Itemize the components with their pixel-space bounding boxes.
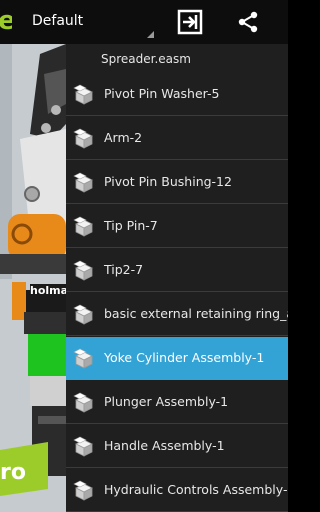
dropdown-indicator-icon [147, 31, 154, 38]
part-icon [73, 128, 93, 149]
component-item[interactable]: Tip Pin-7 [66, 205, 288, 248]
part-icon [73, 260, 93, 281]
component-label: Yoke Cylinder Assembly-1 [104, 350, 265, 365]
assembly-tree-panel: Spreader.easm Pivot Pin Washer-5 Arm-2 Piv… [66, 44, 288, 512]
part-icon [73, 172, 93, 193]
component-item[interactable]: basic external retaining ring_am- [66, 293, 288, 336]
component-label: Hydraulic Controls Assembly-1 [104, 482, 288, 497]
component-label: Pivot Pin Washer-5 [104, 86, 220, 101]
share-icon [238, 11, 258, 33]
component-item[interactable]: Yoke Cylinder Assembly-1 [66, 337, 288, 380]
export-button[interactable] [168, 0, 212, 44]
component-label: Plunger Assembly-1 [104, 394, 229, 409]
component-label: Handle Assembly-1 [104, 438, 225, 453]
brand-label: holmatro [30, 284, 66, 297]
component-item[interactable]: Tip2-7 [66, 249, 288, 292]
part-icon [73, 348, 93, 369]
component-label: Arm-2 [104, 130, 143, 145]
part-icon [73, 392, 93, 413]
component-item[interactable]: Hydraulic Controls Assembly-1 [66, 469, 288, 512]
share-button[interactable] [226, 0, 270, 44]
component-label: basic external retaining ring_am- [104, 306, 288, 321]
component-label: Pivot Pin Bushing-12 [104, 174, 232, 189]
part-icon [73, 216, 93, 237]
component-item[interactable]: Arm-2 [66, 117, 288, 160]
app-logo[interactable]: e [0, 6, 12, 36]
action-bar: e Default [0, 0, 288, 44]
part-icon [73, 436, 93, 457]
part-icon [73, 304, 93, 325]
part-icon [73, 84, 93, 105]
component-item[interactable]: Pivot Pin Washer-5 [66, 73, 288, 116]
spreader-model [0, 44, 66, 512]
component-label: Tip2-7 [104, 262, 144, 277]
export-icon [177, 9, 203, 35]
configuration-selector[interactable]: Default [20, 0, 156, 44]
component-item[interactable]: Handle Assembly-1 [66, 425, 288, 468]
component-label: Tip Pin-7 [104, 218, 158, 233]
assembly-name: Spreader.easm [101, 52, 191, 66]
corner-label: ro [0, 460, 26, 485]
configuration-label: Default [32, 13, 84, 29]
part-icon [73, 480, 93, 501]
model-viewport[interactable]: holmatro ro [0, 44, 66, 512]
component-item[interactable]: Pivot Pin Bushing-12 [66, 161, 288, 204]
component-item[interactable]: Plunger Assembly-1 [66, 381, 288, 424]
